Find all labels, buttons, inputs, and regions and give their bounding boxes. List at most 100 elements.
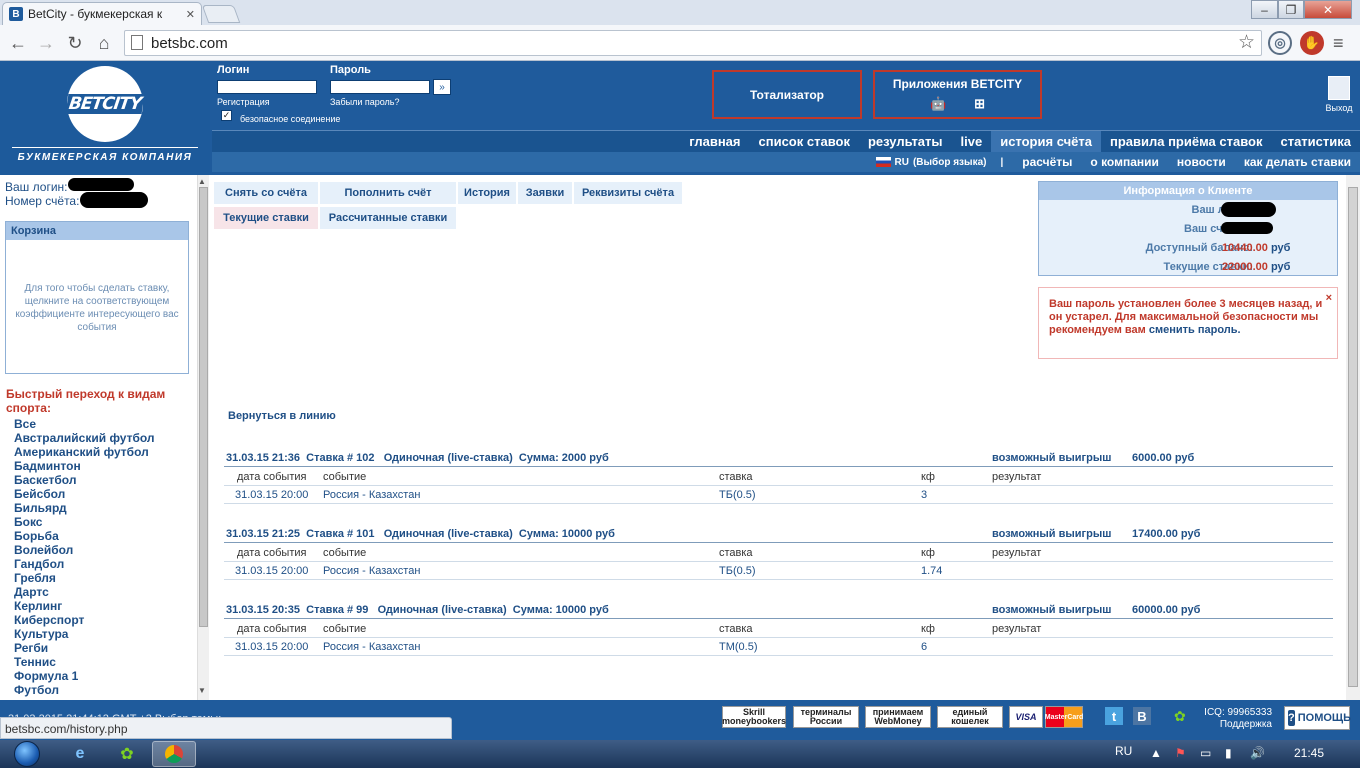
sport-link[interactable]: Бокс bbox=[14, 515, 194, 529]
login-submit-button[interactable]: » bbox=[433, 79, 451, 95]
network-tray-icon[interactable]: ▮ bbox=[1225, 746, 1232, 760]
new-tab-button[interactable] bbox=[201, 5, 241, 23]
client-info-title: Информация о Клиенте bbox=[1039, 182, 1337, 200]
betcity-logo[interactable]: BETCITY БУКМЕКЕРСКАЯ КОМПАНИЯ bbox=[0, 61, 210, 175]
change-password-link[interactable]: сменить пароль. bbox=[1149, 324, 1241, 336]
menu-icon[interactable]: ≡ bbox=[1333, 33, 1344, 54]
nav-item-4[interactable]: история счёта bbox=[991, 131, 1101, 152]
maximize-button[interactable]: ❐ bbox=[1278, 0, 1304, 19]
sport-link[interactable]: Американский футбол bbox=[14, 445, 194, 459]
sport-link[interactable]: Борьба bbox=[14, 529, 194, 543]
ie-taskbar-icon[interactable]: e bbox=[58, 741, 102, 767]
close-tab-icon[interactable]: ✕ bbox=[186, 8, 195, 21]
sport-link[interactable]: Все bbox=[14, 417, 194, 431]
nav-item-5[interactable]: правила приёма ставок bbox=[1101, 131, 1272, 152]
scroll-up-icon[interactable]: ▲ bbox=[198, 177, 206, 186]
nav-item-1[interactable]: список ставок bbox=[750, 131, 859, 152]
account-tab-0[interactable]: Снять со счёта bbox=[214, 182, 318, 204]
support-link[interactable]: Поддержка bbox=[1174, 719, 1272, 731]
tray-arrow-icon[interactable]: ▲ bbox=[1150, 746, 1162, 760]
scroll-down-icon[interactable]: ▼ bbox=[198, 686, 206, 695]
flag-tray-icon[interactable]: ⚑ bbox=[1175, 746, 1186, 760]
back-arrow-icon[interactable]: ← bbox=[8, 33, 28, 53]
main-scrollbar[interactable] bbox=[1346, 175, 1360, 700]
close-window-button[interactable]: ✕ bbox=[1304, 0, 1352, 19]
betcity-favicon-icon: B bbox=[9, 7, 23, 21]
login-input[interactable] bbox=[217, 80, 317, 94]
twitter-icon[interactable]: t bbox=[1105, 707, 1123, 725]
forward-arrow-icon[interactable]: → bbox=[36, 33, 56, 53]
secure-connection-checkbox[interactable]: ✓ bbox=[221, 110, 232, 121]
sport-link[interactable]: Формула 1 bbox=[14, 669, 194, 683]
forgot-password-link[interactable]: Забыли пароль? bbox=[330, 97, 399, 107]
start-button[interactable] bbox=[4, 740, 50, 768]
sport-link[interactable]: Регби bbox=[14, 641, 194, 655]
sport-link[interactable]: Гребля bbox=[14, 571, 194, 585]
display-tray-icon[interactable]: ▭ bbox=[1200, 746, 1211, 760]
bet-header: 31.03.15 21:25 Ставка # 101 Одиночная (l… bbox=[224, 527, 1333, 543]
sport-link[interactable]: Бадминтон bbox=[14, 459, 194, 473]
account-tab-1[interactable]: Пополнить счёт bbox=[320, 182, 456, 204]
bets-tab-0[interactable]: Текущие ставки bbox=[214, 207, 318, 229]
adblock-icon[interactable]: ✋ bbox=[1300, 31, 1324, 55]
col-event: событие bbox=[323, 547, 367, 559]
sport-link[interactable]: Футбол bbox=[14, 683, 194, 697]
exit-button[interactable]: Выход bbox=[1322, 76, 1356, 118]
subnav-item-2[interactable]: новости bbox=[1168, 155, 1235, 169]
single-wallet-logo[interactable]: единый кошелек bbox=[937, 706, 1003, 728]
sport-link[interactable]: Киберспорт bbox=[14, 613, 194, 627]
clock[interactable]: 21:45 bbox=[1294, 746, 1324, 760]
language-selector[interactable]: RU (Выбор языка) | bbox=[875, 157, 1014, 168]
sport-link[interactable]: Баскетбол bbox=[14, 473, 194, 487]
sport-link[interactable]: Бильярд bbox=[14, 501, 194, 515]
sport-link[interactable]: Керлинг bbox=[14, 599, 194, 613]
vk-icon[interactable]: B bbox=[1133, 707, 1151, 725]
nav-item-0[interactable]: главная bbox=[680, 131, 749, 152]
address-bar[interactable]: betsbc.com bbox=[124, 30, 1262, 56]
subnav-item-3[interactable]: как делать ставки bbox=[1235, 155, 1360, 169]
language-indicator[interactable]: RU bbox=[1115, 744, 1132, 758]
skrill-logo[interactable]: Skrill moneybookers bbox=[722, 706, 786, 728]
visa-logo[interactable]: VISA bbox=[1009, 706, 1043, 728]
sport-link[interactable]: Теннис bbox=[14, 655, 194, 669]
account-tab-4[interactable]: Реквизиты счёта bbox=[574, 182, 682, 204]
back-to-line-link[interactable]: Вернуться в линию bbox=[228, 410, 336, 422]
chrome-taskbar-icon[interactable] bbox=[152, 741, 196, 767]
sport-link[interactable]: Культура bbox=[14, 627, 194, 641]
nav-item-2[interactable]: результаты bbox=[859, 131, 952, 152]
reload-icon[interactable]: ↻ bbox=[65, 33, 85, 53]
sport-link[interactable]: Бейсбол bbox=[14, 487, 194, 501]
sport-link[interactable]: Волейбол bbox=[14, 543, 194, 557]
subnav-item-0[interactable]: расчёты bbox=[1013, 155, 1081, 169]
help-button[interactable]: ? ПОМОЩЬ bbox=[1284, 706, 1351, 730]
bookmark-star-icon[interactable]: ☆ bbox=[1238, 31, 1255, 54]
totalizator-button[interactable]: Тотализатор bbox=[712, 70, 862, 119]
nav-item-3[interactable]: live bbox=[952, 131, 992, 152]
close-icon[interactable]: × bbox=[1326, 292, 1332, 305]
sport-link[interactable]: Гандбол bbox=[14, 557, 194, 571]
possible-win-label: возможный выигрыш bbox=[992, 452, 1112, 464]
account-tab-2[interactable]: История bbox=[458, 182, 516, 204]
extension-icon[interactable]: ◎ bbox=[1268, 31, 1292, 55]
nav-item-6[interactable]: статистика bbox=[1271, 131, 1360, 152]
left-scrollbar[interactable] bbox=[197, 175, 209, 700]
account-tab-3[interactable]: Заявки bbox=[518, 182, 572, 204]
browser-tab[interactable]: B BetCity - букмекерская к ✕ bbox=[2, 2, 202, 25]
register-link[interactable]: Регистрация bbox=[217, 97, 270, 107]
icq-contact: ICQ: 99965333 Поддержка bbox=[1174, 707, 1272, 731]
event-name: Россия - Казахстан bbox=[323, 489, 421, 501]
subnav-item-1[interactable]: о компании bbox=[1081, 155, 1167, 169]
sport-link[interactable]: Дартс bbox=[14, 585, 194, 599]
password-input[interactable] bbox=[330, 80, 430, 94]
mastercard-logo[interactable]: MasterCard bbox=[1045, 706, 1083, 728]
bets-tab-1[interactable]: Рассчитанные ставки bbox=[320, 207, 456, 229]
sport-link[interactable]: Австралийский футбол bbox=[14, 431, 194, 445]
minimize-button[interactable]: – bbox=[1251, 0, 1278, 19]
apps-button[interactable]: Приложения BETCITY 🤖 ⊞ bbox=[873, 70, 1042, 119]
home-icon[interactable]: ⌂ bbox=[94, 33, 114, 53]
terminals-logo[interactable]: терминалы России bbox=[793, 706, 859, 728]
volume-tray-icon[interactable]: 🔊 bbox=[1250, 746, 1265, 760]
icq-taskbar-icon[interactable]: ✿ bbox=[105, 741, 149, 767]
webmoney-logo[interactable]: принимаем WebMoney bbox=[865, 706, 931, 728]
icq-number: ICQ: 99965333 bbox=[1204, 707, 1272, 718]
